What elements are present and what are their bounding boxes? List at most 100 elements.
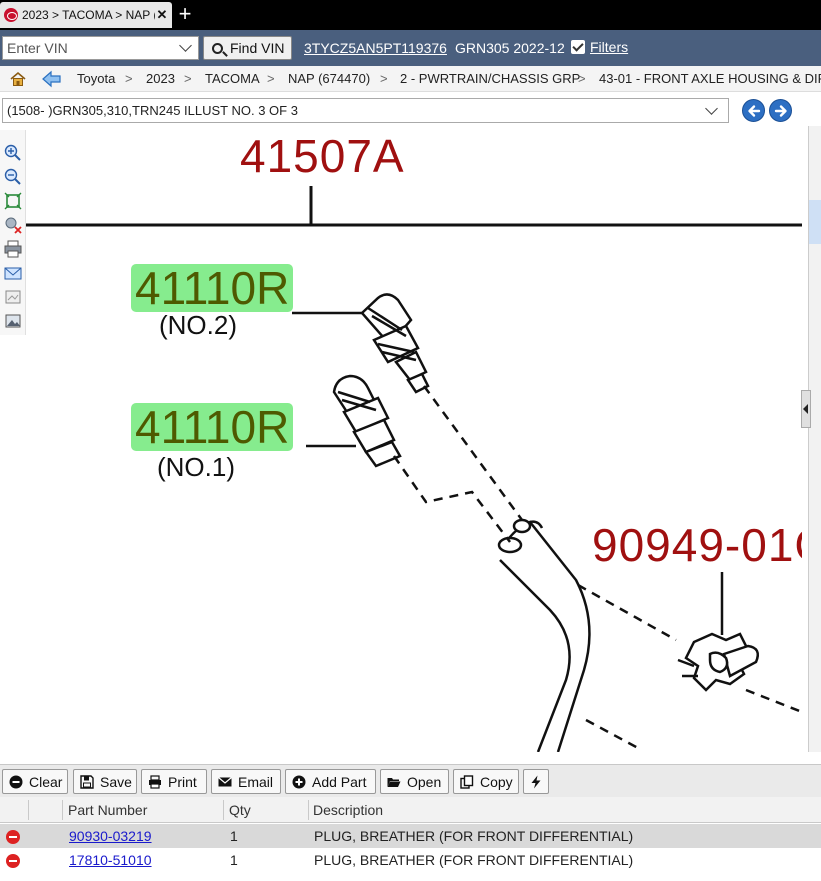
checkbox-checked-icon[interactable] bbox=[571, 40, 585, 54]
callout-41110r-no1[interactable]: 41110R bbox=[131, 403, 294, 451]
folder-open-icon bbox=[387, 777, 401, 787]
hose-clip-drawing bbox=[677, 632, 759, 692]
illustration-selector-bar: (1508- )GRN305,310,TRN245 ILLUST NO. 3 O… bbox=[0, 96, 821, 126]
clear-button[interactable]: Clear bbox=[2, 769, 68, 794]
chevron-down-icon[interactable] bbox=[179, 39, 192, 52]
new-tab-button[interactable]: + bbox=[176, 2, 194, 28]
home-icon[interactable] bbox=[10, 71, 26, 87]
breadcrumb-separator: > bbox=[578, 71, 586, 86]
column-separator[interactable] bbox=[62, 800, 63, 820]
callout-90949-01c2[interactable]: 90949-01C2 bbox=[592, 518, 802, 572]
active-tab[interactable]: 2023 > TACOMA > NAP ( ✕ bbox=[0, 2, 172, 28]
diagram-tool-strip bbox=[0, 130, 26, 335]
breadcrumb-separator: > bbox=[125, 71, 133, 86]
parts-toolbar: Clear Save Print Email Add Part Open Cop… bbox=[0, 764, 821, 797]
quick-action-button[interactable] bbox=[523, 769, 549, 794]
vin-combobox[interactable] bbox=[2, 36, 199, 60]
vehicle-model-text: GRN305 2022-12 bbox=[455, 40, 565, 56]
breather-hose-drawing bbox=[497, 518, 591, 752]
breadcrumb: Toyota > 2023 > TACOMA > NAP (674470) > … bbox=[0, 66, 821, 92]
toyota-logo-icon bbox=[4, 8, 18, 22]
fit-to-window-icon[interactable] bbox=[4, 192, 22, 210]
right-panel-strip bbox=[808, 126, 821, 752]
copy-button[interactable]: Copy bbox=[453, 769, 519, 794]
search-icon bbox=[212, 42, 223, 54]
parts-diagram[interactable]: 41507A 41110R (NO.2) 41110R (NO.1) 90949… bbox=[26, 130, 802, 752]
vin-input[interactable] bbox=[3, 37, 173, 59]
column-separator[interactable] bbox=[308, 800, 309, 820]
copy-icon bbox=[460, 774, 474, 789]
right-panel-tab[interactable] bbox=[809, 200, 821, 244]
email-button[interactable]: Email bbox=[211, 769, 281, 794]
table-row[interactable]: 17810-51010 1 PLUG, BREATHER (FOR FRONT … bbox=[0, 848, 821, 872]
table-row[interactable]: 90930-03219 1 PLUG, BREATHER (FOR FRONT … bbox=[0, 824, 821, 848]
breadcrumb-item[interactable]: NAP (674470) bbox=[288, 71, 370, 86]
next-illustration-button[interactable] bbox=[769, 99, 792, 122]
copy-label: Copy bbox=[480, 773, 513, 790]
vin-link[interactable]: 3TYCZ5AN5PT119376 bbox=[304, 40, 447, 56]
column-header-part-number[interactable]: Part Number bbox=[68, 802, 147, 818]
lightning-bolt-icon bbox=[531, 775, 541, 788]
table-header: Part Number Qty Description bbox=[0, 797, 821, 823]
qty-cell: 1 bbox=[230, 828, 238, 844]
plus-circle-icon bbox=[292, 775, 306, 788]
qty-cell: 1 bbox=[230, 852, 238, 868]
illustration-select-value: (1508- )GRN305,310,TRN245 ILLUST NO. 3 O… bbox=[7, 103, 298, 118]
email-icon[interactable] bbox=[4, 264, 22, 282]
breadcrumb-item[interactable]: 2023 bbox=[146, 71, 175, 86]
save-button[interactable]: Save bbox=[73, 769, 137, 794]
remove-row-icon[interactable] bbox=[6, 830, 20, 844]
print-icon bbox=[149, 774, 161, 789]
print-icon[interactable] bbox=[4, 240, 22, 258]
floppy-disk-icon bbox=[80, 774, 94, 789]
print-button[interactable]: Print bbox=[141, 769, 207, 794]
find-vin-label: Find VIN bbox=[230, 40, 285, 56]
column-separator[interactable] bbox=[28, 800, 29, 820]
clear-highlight-icon[interactable] bbox=[4, 216, 22, 234]
breadcrumb-separator: > bbox=[267, 71, 275, 86]
add-part-button[interactable]: Add Part bbox=[285, 769, 376, 794]
find-vin-button[interactable]: Find VIN bbox=[203, 36, 292, 60]
description-cell: PLUG, BREATHER (FOR FRONT DIFFERENTIAL) bbox=[314, 828, 634, 844]
breadcrumb-item[interactable]: Toyota bbox=[77, 71, 115, 86]
open-button[interactable]: Open bbox=[380, 769, 449, 794]
zoom-in-icon[interactable] bbox=[4, 144, 22, 162]
picture-icon[interactable] bbox=[4, 312, 22, 330]
filters-label[interactable]: Filters bbox=[590, 39, 628, 55]
tab-title: 2023 > TACOMA > NAP ( bbox=[22, 8, 155, 22]
callout-41507a[interactable]: 41507A bbox=[240, 130, 405, 183]
column-header-qty[interactable]: Qty bbox=[229, 802, 251, 818]
back-arrow-icon[interactable] bbox=[42, 70, 62, 88]
illustration-select[interactable]: (1508- )GRN305,310,TRN245 ILLUST NO. 3 O… bbox=[2, 98, 729, 123]
minus-circle-icon bbox=[9, 775, 23, 788]
close-tab-icon[interactable]: ✕ bbox=[155, 7, 169, 23]
remove-row-icon[interactable] bbox=[6, 854, 20, 868]
save-label: Save bbox=[100, 773, 132, 790]
description-cell: PLUG, BREATHER (FOR FRONT DIFFERENTIAL) bbox=[314, 852, 634, 868]
arrow-right-icon bbox=[774, 105, 787, 117]
breadcrumb-item[interactable]: TACOMA bbox=[205, 71, 260, 86]
breadcrumb-item[interactable]: 2 - PWRTRAIN/CHASSIS GRP bbox=[400, 71, 580, 86]
column-separator[interactable] bbox=[223, 800, 224, 820]
callout-41110r-no2-sublabel: (NO.2) bbox=[159, 310, 237, 340]
breadcrumb-separator: > bbox=[380, 71, 388, 86]
breadcrumb-separator: > bbox=[184, 71, 192, 86]
breadcrumb-item[interactable]: 43-01 - FRONT AXLE HOUSING & DIFFE bbox=[599, 71, 821, 86]
callout-41110r-no1-sublabel: (NO.1) bbox=[157, 452, 235, 482]
parts-table: Part Number Qty Description 90930-03219 … bbox=[0, 797, 821, 881]
part-number-link[interactable]: 17810-51010 bbox=[69, 852, 152, 868]
part-number-link[interactable]: 90930-03219 bbox=[69, 828, 152, 844]
browser-tab-bar: 2023 > TACOMA > NAP ( ✕ + bbox=[0, 0, 821, 30]
filters-toggle[interactable]: Filters bbox=[571, 39, 628, 55]
zoom-out-icon[interactable] bbox=[4, 168, 22, 186]
chevron-down-icon[interactable] bbox=[705, 102, 718, 115]
export-image-icon[interactable] bbox=[4, 288, 22, 306]
previous-illustration-button[interactable] bbox=[742, 99, 765, 122]
envelope-icon bbox=[218, 776, 232, 786]
breather-plug-no1-drawing bbox=[332, 374, 402, 468]
collapse-panel-handle[interactable] bbox=[801, 390, 811, 428]
breather-plug-no2-drawing bbox=[360, 293, 430, 394]
column-header-description[interactable]: Description bbox=[313, 802, 383, 818]
add-part-label: Add Part bbox=[312, 773, 367, 790]
callout-41110r-no2[interactable]: 41110R bbox=[131, 264, 294, 312]
